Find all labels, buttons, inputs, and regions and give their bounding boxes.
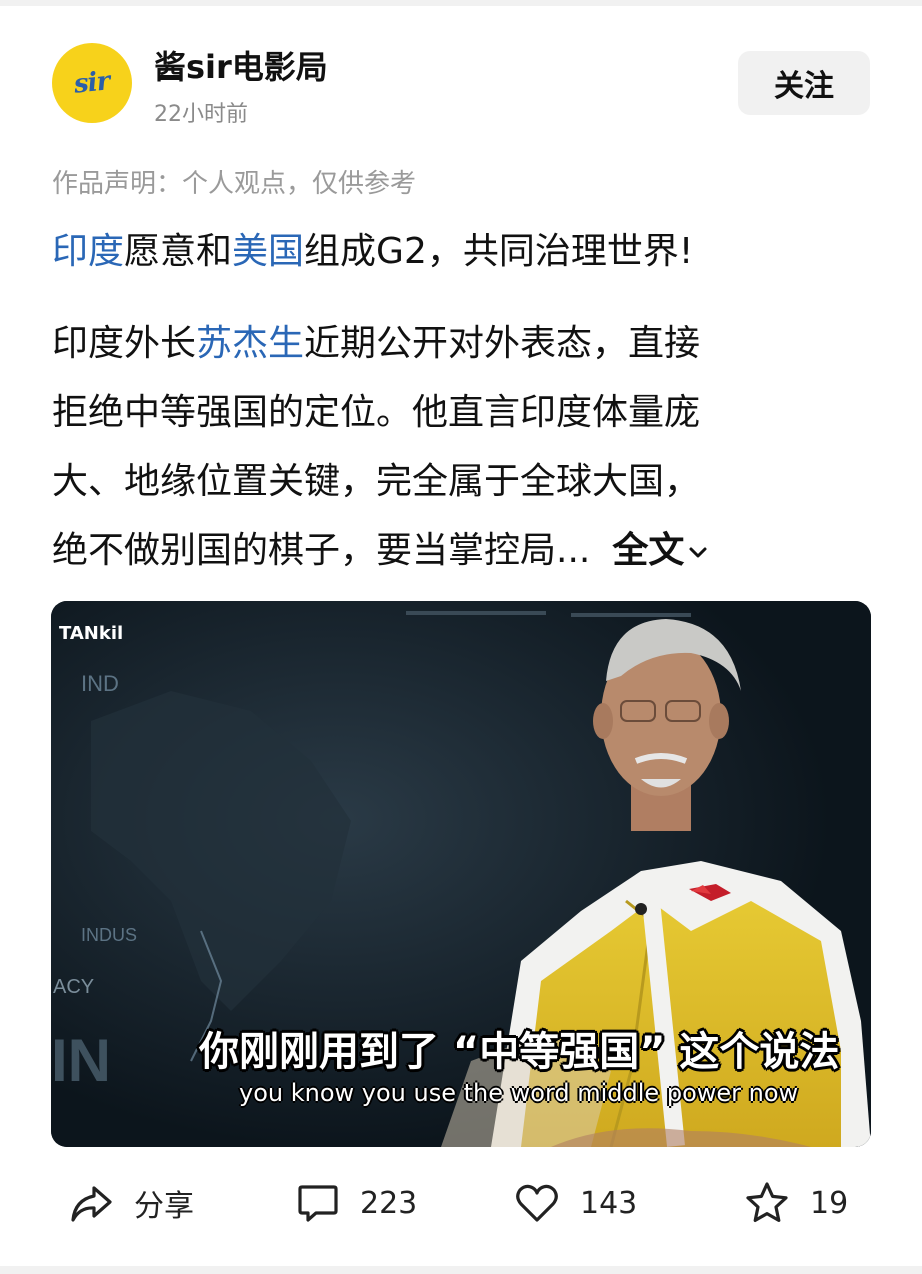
- comment-icon: [298, 1185, 338, 1222]
- svg-text:IN: IN: [51, 1027, 111, 1094]
- channel-watermark: TANkil: [59, 623, 124, 644]
- headline-link-india[interactable]: 印度: [52, 231, 124, 272]
- headline-text-2: 组成G2，共同治理世界!: [304, 231, 694, 272]
- body-text-1c: 近期公开对外表态，直接: [304, 323, 701, 364]
- expand-full-text-button[interactable]: 全文: [612, 530, 710, 571]
- body-line-3: 大、地缘位置关键，完全属于全球大国，: [52, 461, 701, 502]
- svg-text:IND: IND: [81, 671, 119, 696]
- headline-text-1: 愿意和: [124, 231, 233, 272]
- author-name[interactable]: 酱sir电影局: [154, 42, 328, 88]
- heart-icon: [516, 1184, 558, 1222]
- avatar[interactable]: sir: [52, 43, 132, 123]
- avatar-logo-text: sir: [72, 66, 112, 100]
- bottom-divider: [0, 1266, 922, 1274]
- post-disclaimer: 作品声明：个人观点，仅供参考: [52, 169, 417, 199]
- post-time: 22小时前: [154, 102, 248, 127]
- svg-text:INDUS: INDUS: [81, 925, 137, 945]
- body-text-1a: 印度外长: [52, 323, 197, 364]
- post-body: 印度外长苏杰生近期公开对外表态，直接 拒绝中等强国的定位。他直言印度体量庞 大、…: [52, 309, 852, 585]
- video-subtitle-english: you know you use the word middle power n…: [239, 1079, 799, 1107]
- video-player[interactable]: IND INDUS ACY IN TANkil 你刚刚用到了 “中等强国” 这个…: [51, 601, 871, 1147]
- body-link-person[interactable]: 苏杰生: [196, 323, 304, 364]
- body-line-4: 绝不做别国的棋子，要当掌控局... 全文: [52, 516, 852, 585]
- follow-button[interactable]: 关注: [738, 51, 870, 115]
- headline-link-usa[interactable]: 美国: [232, 231, 304, 272]
- post-headline: 印度愿意和美国组成G2，共同治理世界!: [52, 222, 693, 274]
- body-text-4: 绝不做别国的棋子，要当掌控局...: [52, 530, 591, 571]
- chevron-down-icon: [689, 547, 707, 558]
- video-subtitle-chinese: 你刚刚用到了 “中等强国” 这个说法: [199, 1029, 840, 1075]
- expand-label: 全文: [612, 530, 685, 571]
- favorite-button[interactable]: 19: [744, 1168, 848, 1238]
- star-icon: [746, 1182, 788, 1222]
- comment-button[interactable]: 223: [296, 1168, 417, 1238]
- action-bar: 分享 223 143 19: [0, 1168, 922, 1238]
- favorite-count: 19: [810, 1185, 849, 1221]
- like-count: 143: [580, 1185, 638, 1221]
- body-line-2: 拒绝中等强国的定位。他直言印度体量庞: [52, 392, 701, 433]
- like-button[interactable]: 143: [514, 1168, 637, 1238]
- share-icon: [71, 1186, 112, 1222]
- share-button[interactable]: 分享: [68, 1168, 194, 1238]
- top-divider: [0, 0, 922, 6]
- body-line-1: 印度外长苏杰生近期公开对外表态，直接: [52, 309, 852, 378]
- svg-text:ACY: ACY: [53, 976, 94, 998]
- comment-count: 223: [360, 1185, 418, 1221]
- share-label: 分享: [134, 1189, 194, 1224]
